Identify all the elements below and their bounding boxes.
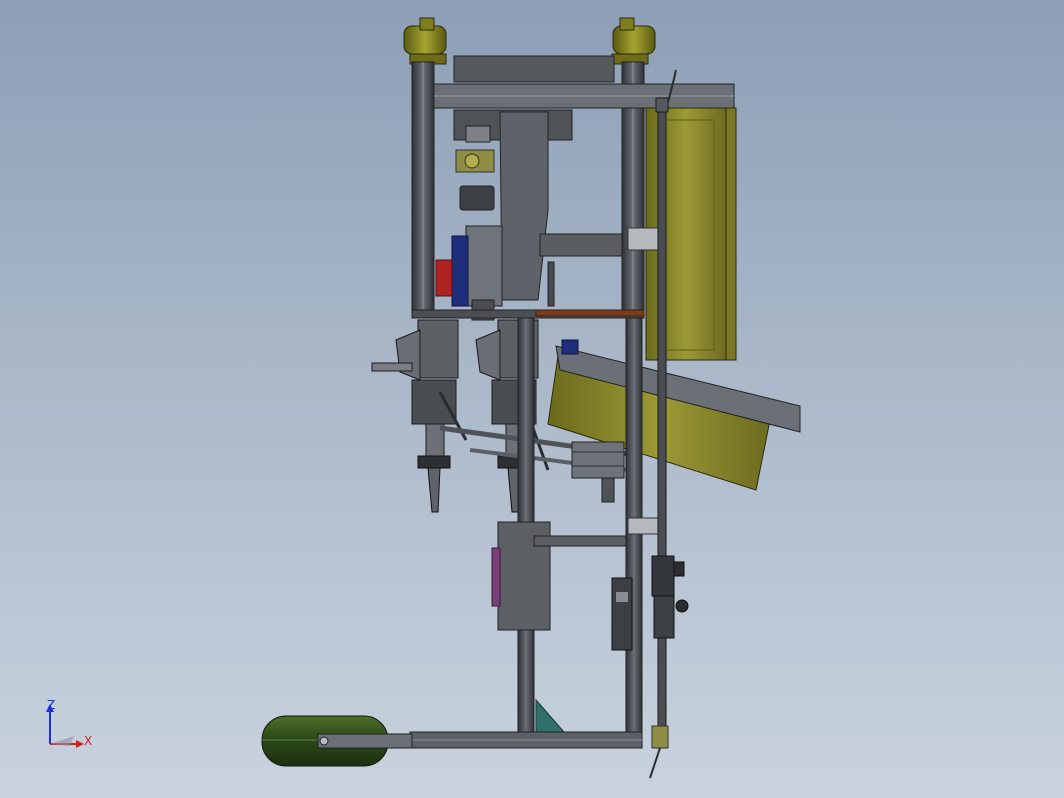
cad-viewport[interactable]: Z X [0, 0, 1064, 798]
gripper-head-right[interactable] [475, 319, 550, 513]
top-beam[interactable] [433, 55, 735, 109]
pipe-fitting-bottom[interactable] [649, 725, 669, 779]
top-cap-left[interactable] [403, 17, 447, 65]
cross-bar-upper[interactable] [539, 233, 623, 257]
bracket-clamp-lower[interactable] [627, 517, 659, 535]
tank-arm[interactable] [317, 733, 413, 749]
valve-upper[interactable] [651, 555, 685, 597]
top-cap-right[interactable] [611, 17, 656, 65]
bracket-clamp-upper[interactable] [627, 227, 659, 251]
cross-bar-lower[interactable] [533, 535, 627, 547]
gripper-head-left[interactable] [371, 319, 468, 513]
assembly-drawing[interactable] [0, 0, 1064, 798]
red-block[interactable] [435, 259, 453, 297]
brown-plate[interactable] [535, 309, 645, 317]
frame-column-left[interactable] [411, 61, 435, 313]
coordinate-triad: Z X [38, 696, 98, 756]
valve-lower[interactable] [653, 595, 689, 639]
axis-z-label: Z [47, 698, 56, 712]
pneumatic-cylinder[interactable] [571, 441, 625, 503]
motor-unit[interactable] [611, 577, 633, 651]
axis-x-label: X [84, 734, 93, 748]
teal-wedge[interactable] [535, 698, 566, 733]
blue-block[interactable] [451, 235, 469, 307]
